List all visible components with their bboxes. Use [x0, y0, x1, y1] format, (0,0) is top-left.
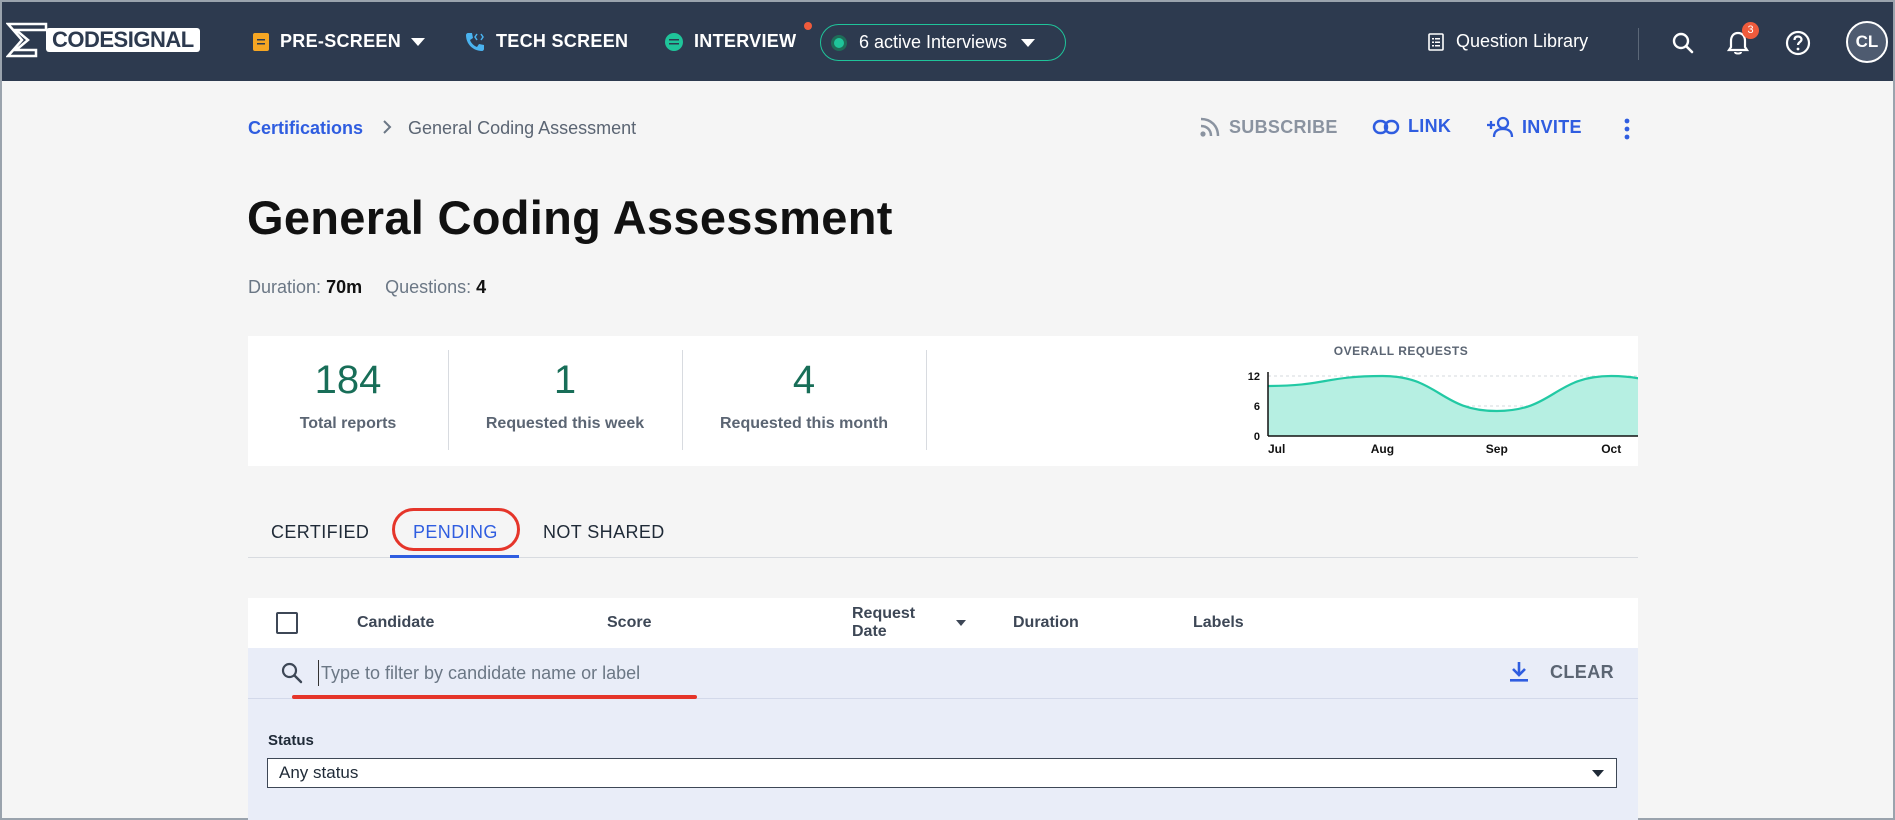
rss-icon [1199, 116, 1221, 138]
stat-value: 184 [314, 358, 382, 402]
invite-label: INVITE [1522, 116, 1582, 137]
subscribe-label: SUBSCRIBE [1229, 116, 1338, 137]
status-label: Status [268, 732, 314, 749]
column-score[interactable]: Score [607, 614, 651, 632]
interview-icon [664, 32, 684, 52]
column-candidate[interactable]: Candidate [357, 614, 434, 632]
stat-label: Total reports [299, 415, 397, 432]
status-select[interactable]: Any status [267, 758, 1617, 788]
active-tab-indicator [390, 555, 519, 558]
nav-prescreen-label: PRE-SCREEN [280, 31, 402, 51]
chart-x-tick-label: Oct [1601, 442, 1621, 456]
highlight-annotation-circle [392, 508, 520, 551]
stat-value: 4 [792, 358, 816, 402]
breadcrumb-current: General Coding Assessment [408, 118, 637, 138]
select-all-checkbox[interactable] [276, 612, 298, 634]
download-icon[interactable] [1508, 660, 1530, 689]
codesignal-logo-icon [6, 22, 48, 58]
overall-requests-chart: 0612JulAugSepOctNovDec [1248, 371, 1638, 456]
library-icon [1428, 32, 1444, 51]
breadcrumb: Certifications General Coding Assessment [248, 118, 636, 139]
top-nav: CODESIGNAL PRE-SCREEN TECH SCREEN INTERV… [2, 2, 1893, 81]
help-icon[interactable] [1783, 28, 1813, 58]
column-request-date-line1[interactable]: Request [852, 605, 915, 623]
stat-label: Requested this week [485, 415, 645, 432]
duration-label: Duration: [248, 277, 322, 297]
stat-divider [926, 350, 927, 450]
questions-label: Questions: [385, 277, 472, 297]
tab-certified[interactable]: CERTIFIED [271, 522, 369, 543]
candidate-filter-input[interactable] [318, 660, 1078, 686]
tab-not-shared[interactable]: NOT SHARED [543, 522, 665, 543]
stat-requested-week: 1 Requested this week [448, 336, 682, 466]
clear-filter-button[interactable]: CLEAR [1550, 662, 1614, 683]
invite-button[interactable]: INVITE [1486, 116, 1582, 138]
chart-y-tick-label: 0 [1254, 431, 1260, 443]
nav-interview-label: INTERVIEW [694, 31, 797, 51]
link-label: LINK [1408, 116, 1452, 136]
active-interviews-dropdown[interactable]: 6 active Interviews [820, 24, 1066, 61]
active-interviews-label: 6 active Interviews [859, 32, 1008, 52]
chart-y-tick-label: 12 [1248, 371, 1260, 383]
search-icon [280, 661, 304, 690]
chart-x-tick-label: Jul [1268, 442, 1285, 456]
interview-notification-dot [804, 22, 812, 30]
breadcrumb-certifications-link[interactable]: Certifications [248, 118, 363, 139]
search-icon[interactable] [1668, 28, 1698, 58]
user-avatar[interactable]: CL [1846, 21, 1888, 63]
stats-card: 184 Total reports 1 Requested this week … [248, 336, 1638, 466]
prescreen-icon [252, 32, 270, 52]
more-options-icon[interactable] [1624, 118, 1630, 140]
nav-interview[interactable]: INTERVIEW [664, 2, 796, 81]
table-header: Candidate Score Request Date Duration La… [248, 598, 1638, 648]
nav-techscreen[interactable]: TECH SCREEN [464, 2, 628, 81]
sort-descending-icon[interactable] [956, 620, 966, 626]
live-status-icon [831, 34, 847, 51]
filter-row: CLEAR [248, 648, 1638, 699]
chart-area-fill [1268, 376, 1638, 436]
subscribe-button[interactable]: SUBSCRIBE [1199, 116, 1338, 138]
link-button[interactable]: LINK [1372, 116, 1451, 137]
chevron-right-icon [383, 118, 392, 139]
stat-total-reports: 184 Total reports [248, 336, 448, 466]
questions-value: 4 [476, 277, 487, 297]
logo-text: CODESIGNAL [46, 28, 200, 52]
nav-techscreen-label: TECH SCREEN [496, 31, 629, 51]
chart-x-tick-label: Sep [1486, 442, 1508, 456]
chart-y-tick-label: 6 [1254, 401, 1260, 413]
chevron-down-icon [1021, 38, 1036, 47]
nav-divider [1638, 28, 1639, 60]
chart-x-tick-label: Aug [1371, 442, 1394, 456]
column-request-date-line2[interactable]: Date [852, 623, 887, 641]
stat-value: 1 [553, 358, 577, 402]
status-tabs: CERTIFIED PENDING NOT SHARED [248, 508, 1638, 558]
duration-value: 70m [326, 277, 363, 297]
codesignal-logo[interactable]: CODESIGNAL [6, 18, 200, 62]
chevron-down-icon [411, 37, 426, 46]
stat-label: Requested this month [719, 415, 888, 432]
add-person-icon [1486, 116, 1514, 138]
question-library-link[interactable]: Question Library [1428, 2, 1588, 81]
status-filter-section: Status Any status [248, 699, 1638, 820]
question-library-label: Question Library [1456, 31, 1589, 51]
column-labels[interactable]: Labels [1193, 614, 1244, 632]
status-selected-value: Any status [279, 763, 359, 782]
stat-requested-month: 4 Requested this month [682, 336, 926, 466]
column-duration[interactable]: Duration [1013, 614, 1079, 632]
page-title: General Coding Assessment [247, 191, 893, 244]
chevron-down-icon [1592, 770, 1604, 777]
assessment-meta: Duration: 70m Questions: 4 [248, 277, 504, 298]
notification-count-badge: 3 [1742, 22, 1759, 39]
link-icon [1372, 118, 1400, 136]
phone-code-icon [464, 31, 486, 53]
nav-prescreen[interactable]: PRE-SCREEN [252, 2, 426, 81]
